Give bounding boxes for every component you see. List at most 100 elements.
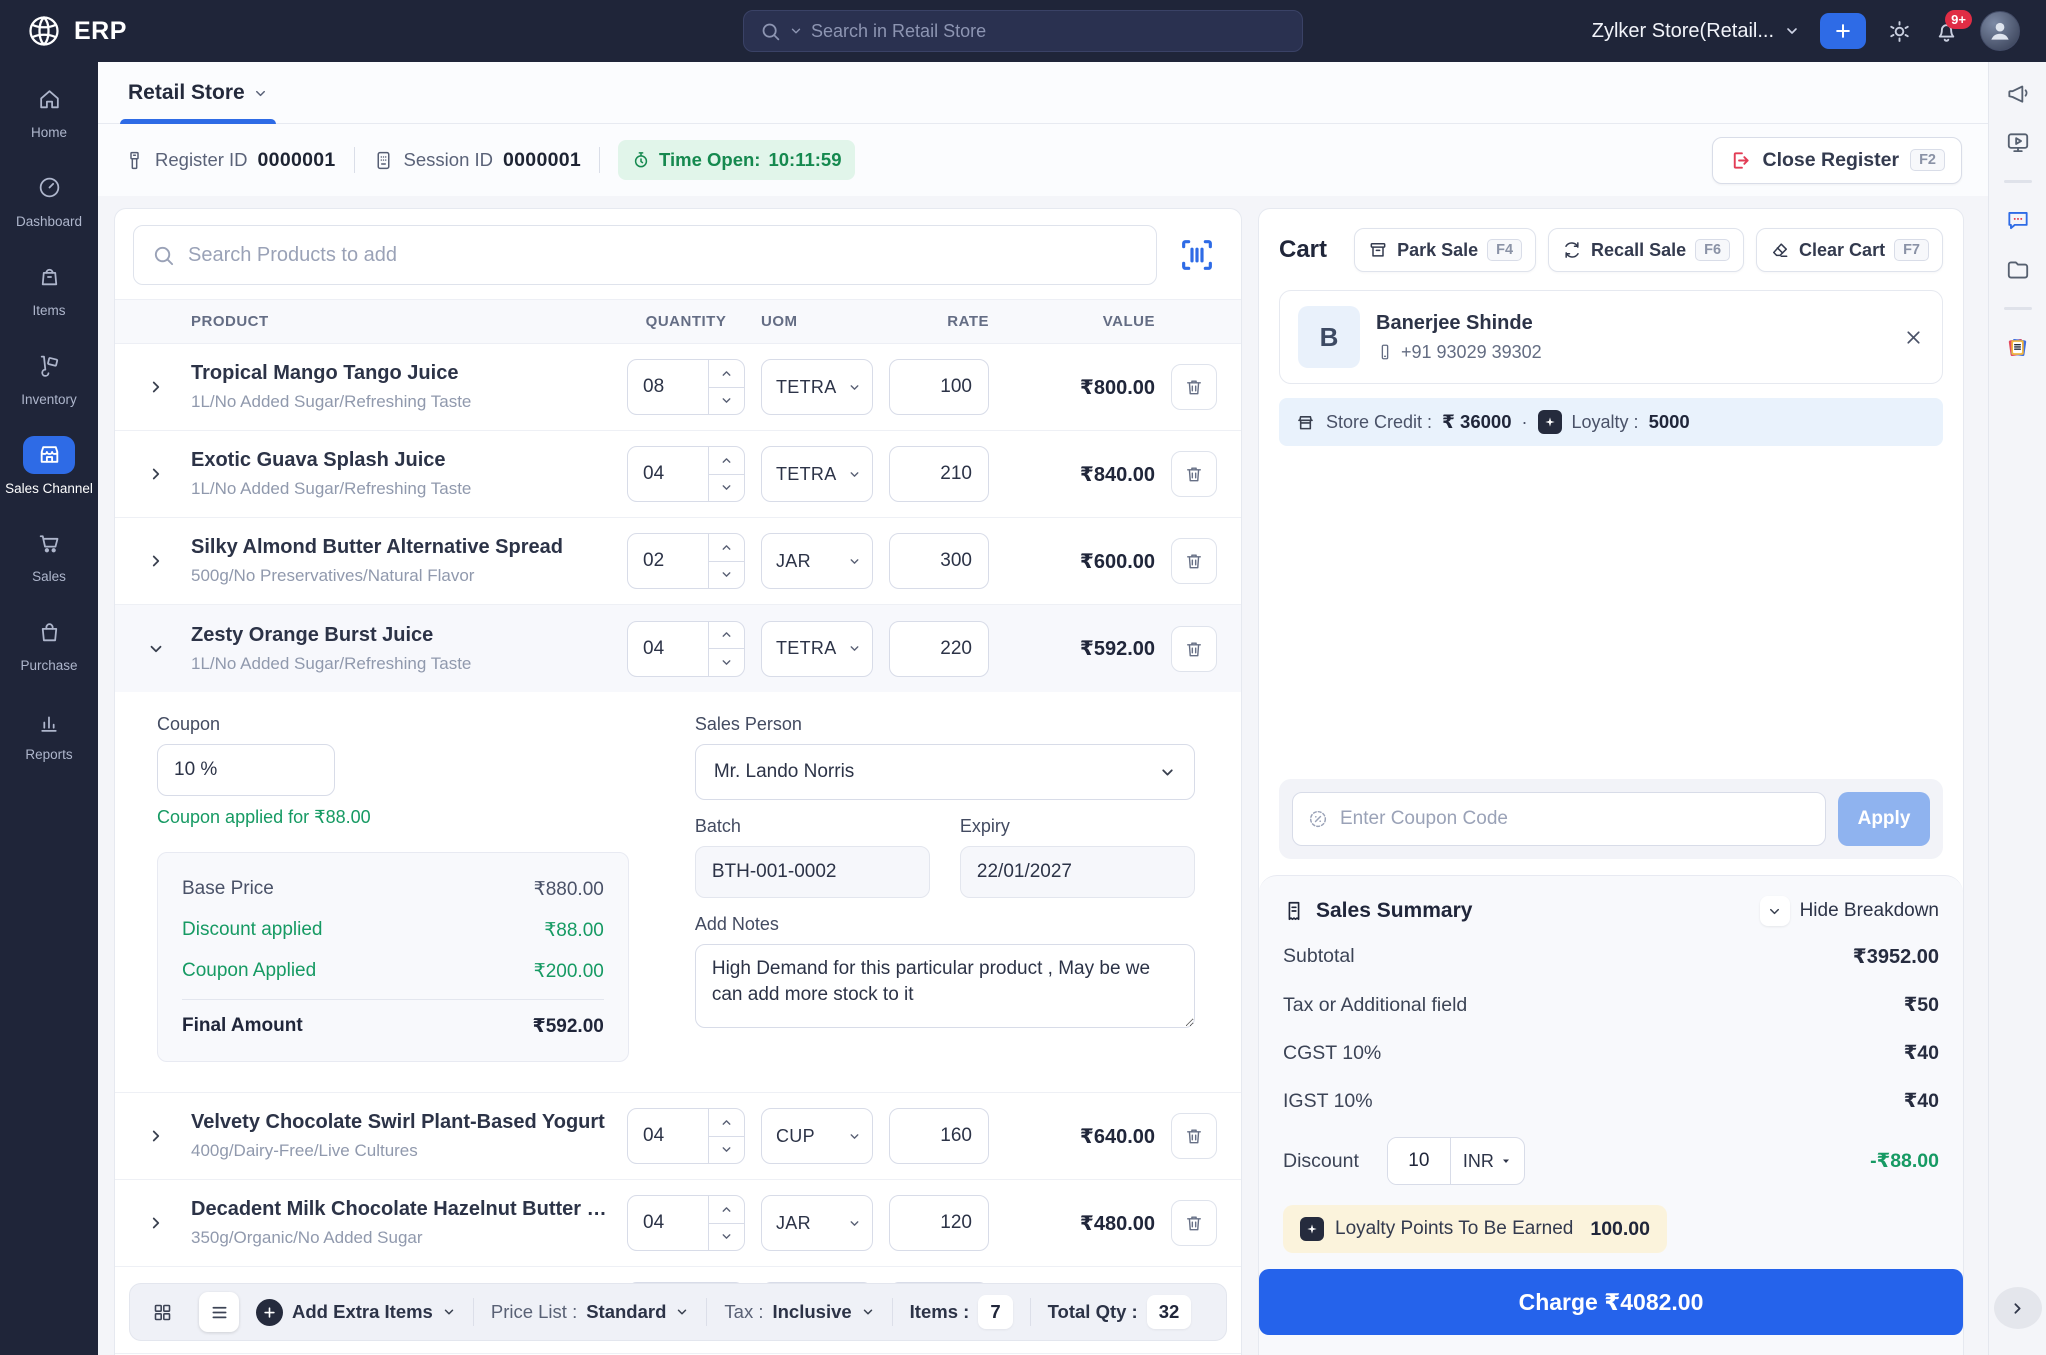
rate-input[interactable]: 120	[889, 1195, 989, 1251]
batch-field[interactable]: BTH-001-0002	[694, 846, 930, 898]
hide-breakdown-toggle[interactable]: Hide Breakdown	[1759, 896, 1939, 926]
search-scope-chevron-icon[interactable]	[789, 24, 803, 38]
qty-up-button[interactable]	[709, 360, 744, 388]
notification-badge: 9+	[1945, 9, 1972, 29]
quantity-stepper[interactable]: 08	[627, 359, 745, 415]
clear-cart-button[interactable]: Clear Cart F7	[1756, 228, 1943, 272]
discount-currency-select[interactable]: INR	[1449, 1138, 1524, 1184]
qty-down-button[interactable]	[709, 1137, 744, 1164]
grid-view-toggle[interactable]	[142, 1292, 182, 1332]
quantity-stepper[interactable]: 04	[627, 1195, 745, 1251]
notifications-button[interactable]: 9+	[1933, 9, 1972, 45]
delete-row-button[interactable]	[1171, 451, 1217, 497]
quantity-stepper[interactable]: 02	[627, 533, 745, 589]
sales-summary: Sales Summary Hide Breakdown Subtotal ₹39…	[1259, 875, 1963, 1355]
uom-select[interactable]: CUP	[761, 1108, 873, 1164]
quantity-stepper[interactable]: 04	[627, 620, 745, 677]
global-search[interactable]	[743, 10, 1303, 52]
delete-row-button[interactable]	[1171, 1113, 1217, 1159]
expand-row-button[interactable]	[137, 378, 175, 396]
park-sale-button[interactable]: Park Sale F4	[1354, 228, 1537, 272]
delete-row-button[interactable]	[1171, 364, 1217, 410]
uom-select[interactable]: TETRA	[761, 359, 873, 415]
quantity-stepper[interactable]: 04	[627, 1108, 745, 1164]
kbd-f7: F7	[1894, 239, 1929, 261]
tax-mode-selector[interactable]: Tax : Inclusive	[724, 1301, 874, 1323]
documents-button[interactable]	[2004, 334, 2031, 361]
sidebar-item-sales[interactable]: Sales	[0, 524, 98, 586]
expand-row-button[interactable]	[137, 552, 175, 570]
sidebar-item-dashboard[interactable]: Dashboard	[0, 169, 98, 231]
notes-textarea[interactable]: High Demand for this particular product …	[694, 944, 1195, 1028]
sales-person-select[interactable]: Mr. Lando Norris	[694, 744, 1195, 800]
qty-up-button[interactable]	[709, 1109, 744, 1137]
qty-up-button[interactable]	[709, 447, 744, 475]
barcode-scan-button[interactable]	[1171, 229, 1223, 281]
purchase-bag-icon	[23, 613, 75, 651]
chat-support-button[interactable]	[2005, 207, 2031, 233]
charge-button[interactable]: Charge ₹4082.00	[1259, 1269, 1963, 1335]
coupon-code-field[interactable]	[1292, 792, 1826, 846]
qty-down-button[interactable]	[709, 562, 744, 589]
delete-row-button[interactable]	[1171, 538, 1217, 584]
uom-select[interactable]: JAR	[761, 533, 873, 589]
coupon-code-input[interactable]	[1340, 808, 1811, 830]
uom-select[interactable]: JAR	[761, 1195, 873, 1251]
announcements-button[interactable]	[2005, 80, 2031, 106]
add-extra-items-button[interactable]: Add Extra Items	[256, 1298, 456, 1326]
discount-control[interactable]: INR	[1386, 1137, 1525, 1185]
product-search-input[interactable]	[188, 243, 1138, 267]
remove-customer-button[interactable]	[1903, 327, 1924, 348]
sidebar-item-sales-channel[interactable]: Sales Channel	[0, 435, 98, 498]
rate-input[interactable]: 300	[889, 533, 989, 589]
collapse-row-button[interactable]	[137, 640, 175, 658]
product-search[interactable]	[133, 225, 1157, 285]
quantity-stepper[interactable]: 04	[627, 446, 745, 502]
quick-add-button[interactable]	[1820, 13, 1866, 49]
user-avatar[interactable]	[1980, 11, 2020, 51]
delete-row-button[interactable]	[1171, 625, 1217, 672]
expand-row-button[interactable]	[137, 465, 175, 483]
tab-retail-store[interactable]: Retail Store	[120, 65, 276, 124]
chevron-down-icon	[850, 1220, 859, 1226]
files-button[interactable]	[2005, 257, 2031, 283]
org-switcher[interactable]: Zylker Store(Retail...	[1592, 20, 1800, 43]
training-videos-button[interactable]	[2005, 130, 2031, 156]
rate-input[interactable]: 210	[889, 446, 989, 502]
qty-down-button[interactable]	[709, 1224, 744, 1251]
summary-igst: IGST 10% ₹40	[1283, 1089, 1939, 1113]
rate-input[interactable]: 100	[889, 359, 989, 415]
expand-panel-button[interactable]	[1993, 1287, 2042, 1329]
row-coupon-input[interactable]: 10 %	[157, 744, 335, 796]
sidebar-item-items[interactable]: Items	[0, 258, 98, 320]
settings-button[interactable]	[1886, 18, 1913, 45]
sidebar-item-purchase[interactable]: Purchase	[0, 613, 98, 675]
qty-up-button[interactable]	[709, 534, 744, 562]
close-register-button[interactable]: Close Register F2	[1711, 136, 1962, 184]
uom-select[interactable]: TETRA	[761, 446, 873, 502]
sidebar-item-inventory[interactable]: Inventory	[0, 347, 98, 409]
qty-down-button[interactable]	[709, 475, 744, 502]
expiry-field[interactable]: 22/01/2027	[959, 846, 1195, 898]
chevron-right-icon	[152, 1130, 160, 1142]
folder-icon	[2007, 261, 2028, 279]
global-search-input[interactable]	[811, 20, 1286, 42]
sidebar-item-reports[interactable]: Reports	[0, 702, 98, 764]
rate-input[interactable]: 220	[889, 620, 989, 677]
sidebar-item-home[interactable]: Home	[0, 80, 98, 142]
uom-select[interactable]: TETRA	[761, 620, 873, 677]
qty-down-button[interactable]	[709, 649, 744, 676]
expand-row-button[interactable]	[137, 1127, 175, 1145]
expand-row-button[interactable]	[137, 1214, 175, 1232]
recall-sale-button[interactable]: Recall Sale F6	[1548, 228, 1745, 272]
qty-down-button[interactable]	[709, 388, 744, 415]
delete-row-button[interactable]	[1171, 1200, 1217, 1246]
row-detail-panel: Coupon 10 % Coupon applied for ₹88.00 Ba…	[115, 692, 1241, 1093]
qty-up-button[interactable]	[709, 1196, 744, 1224]
qty-up-button[interactable]	[709, 622, 744, 649]
apply-coupon-button[interactable]: Apply	[1838, 792, 1930, 846]
list-view-toggle[interactable]	[199, 1292, 239, 1332]
price-list-selector[interactable]: Price List : Standard	[491, 1301, 690, 1323]
discount-value-input[interactable]	[1387, 1138, 1450, 1184]
rate-input[interactable]: 160	[889, 1108, 989, 1164]
